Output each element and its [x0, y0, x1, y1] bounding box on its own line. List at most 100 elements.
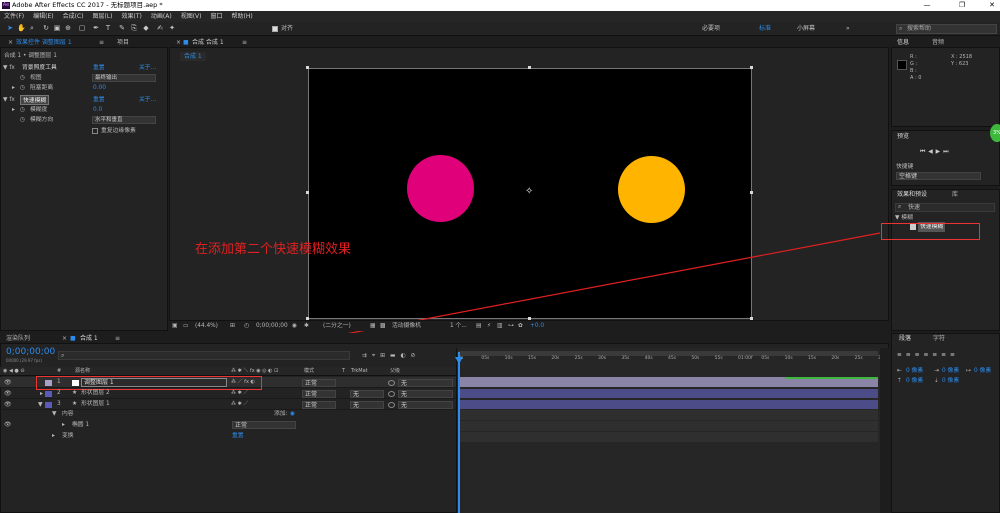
- layer-mode-dropdown[interactable]: 正常: [302, 401, 336, 409]
- transform-handle[interactable]: [528, 66, 531, 69]
- transform-reset[interactable]: 重置: [232, 431, 244, 441]
- transform-expand-icon[interactable]: ▸: [52, 431, 55, 441]
- comp-timecode[interactable]: 0;00;00;00: [256, 321, 288, 331]
- ellipse-mode-dropdown[interactable]: 正常: [232, 421, 296, 429]
- menu-animation[interactable]: 动画(A): [151, 13, 172, 20]
- clone-stamp-tool-icon[interactable]: ⎘: [130, 24, 138, 33]
- workspace-more[interactable]: »: [846, 24, 850, 33]
- blurriness-value[interactable]: 0.0: [93, 105, 102, 115]
- tab-composition[interactable]: 合成 合成 1: [192, 38, 224, 48]
- add-icon[interactable]: ◉: [290, 409, 295, 419]
- layer-trkmat-dropdown[interactable]: 无: [350, 401, 384, 409]
- layer-collapse-icon[interactable]: ▼: [38, 399, 43, 410]
- minimize-button[interactable]: —: [920, 0, 934, 11]
- effect-controls-tab-close[interactable]: ×: [8, 38, 13, 48]
- indent-right-value[interactable]: 0 像素: [942, 366, 959, 376]
- menu-window[interactable]: 窗口: [210, 13, 222, 20]
- tab-library[interactable]: 库: [952, 190, 958, 199]
- layer-expand-icon[interactable]: ▸: [40, 388, 43, 399]
- effect1-expand-icon[interactable]: ▼ fx: [3, 63, 15, 73]
- pickwhip-icon[interactable]: [388, 380, 395, 386]
- timeline-scrollbar[interactable]: [880, 348, 889, 513]
- indent-left-icon[interactable]: ⇤: [897, 366, 902, 376]
- effect2-expand-icon[interactable]: ▼ fx: [3, 95, 15, 105]
- comp-subtab[interactable]: 合成 1: [180, 52, 206, 61]
- timeline-switch-icons[interactable]: ⇉⌖⊞▬◐⊘: [362, 351, 420, 361]
- composition-tab-menu[interactable]: ≡: [242, 38, 247, 48]
- tab-render-queue[interactable]: 渲染队列: [6, 334, 30, 344]
- menu-edit[interactable]: 编辑(E): [33, 13, 53, 20]
- timeline-timecode[interactable]: 0;00;00;00: [6, 347, 55, 357]
- rotate-tool-icon[interactable]: ↻: [42, 24, 50, 33]
- layer-switches[interactable]: ⁂ ✱ ／: [231, 399, 248, 409]
- timeline-tab-close[interactable]: ×: [62, 334, 67, 344]
- transform-handle[interactable]: [750, 191, 753, 194]
- pan-behind-tool-icon[interactable]: ⊕: [64, 24, 72, 33]
- layer-switches[interactable]: ⁂ ✱ ／: [231, 388, 248, 398]
- tab-info[interactable]: 信息: [897, 38, 909, 48]
- toggle-pixel-icon[interactable]: ▤: [476, 321, 481, 331]
- show-channel-icon[interactable]: ✱: [304, 321, 309, 331]
- tab-timeline-comp[interactable]: 合成 1: [80, 334, 98, 344]
- workspace-default[interactable]: 必要项: [702, 24, 720, 33]
- workspace-small-screen[interactable]: 小屏幕: [797, 24, 815, 33]
- space-before-value[interactable]: 0 像素: [906, 376, 923, 386]
- menu-layer[interactable]: 图层(L): [93, 13, 113, 20]
- flowchart-icon[interactable]: ⊶: [508, 321, 514, 331]
- effect1-reset[interactable]: 重置: [93, 63, 105, 73]
- roto-brush-tool-icon[interactable]: ✍: [156, 24, 164, 33]
- stopwatch-icon[interactable]: ◷: [20, 83, 25, 93]
- fast-preview-icon[interactable]: ⚡: [487, 321, 491, 331]
- camera-tool-icon[interactable]: ▣: [53, 24, 61, 33]
- layer-label-color[interactable]: [45, 391, 52, 397]
- blurriness-expand-icon[interactable]: ▸: [12, 105, 15, 115]
- eye-icon[interactable]: 👁: [4, 377, 12, 388]
- transform-handle[interactable]: [306, 191, 309, 194]
- snap-checkbox[interactable]: [272, 26, 278, 32]
- timeline-search-input[interactable]: ⌕: [58, 351, 350, 360]
- effect2-reset[interactable]: 重置: [93, 95, 105, 105]
- menu-composition[interactable]: 合成(C): [63, 13, 84, 20]
- type-tool-icon[interactable]: T: [104, 24, 112, 33]
- effect2-about[interactable]: 关于...: [139, 95, 156, 105]
- layer-name[interactable]: 形状图层 2: [81, 388, 110, 398]
- transparency-grid-icon[interactable]: ▩: [380, 321, 385, 331]
- effects-category[interactable]: ▼ 模糊: [895, 213, 913, 223]
- layer-trkmat-dropdown[interactable]: 无: [350, 390, 384, 398]
- capture-icon[interactable]: ◴: [244, 321, 249, 331]
- layer-track-bar[interactable]: [458, 400, 878, 409]
- zoom-tool-icon[interactable]: ⌕: [28, 24, 36, 33]
- tab-audio[interactable]: 音频: [932, 38, 944, 48]
- exposure-value[interactable]: +0.0: [530, 321, 544, 331]
- camera-snapshot-icon[interactable]: ◉: [292, 321, 297, 331]
- eye-icon[interactable]: 👁: [4, 388, 12, 399]
- repeat-edge-checkbox[interactable]: [92, 128, 98, 134]
- help-search-input[interactable]: 搜索帮助: [896, 24, 997, 34]
- fade-expand-icon[interactable]: ▸: [12, 83, 15, 93]
- eye-icon[interactable]: 👁: [4, 399, 12, 410]
- mask-view-icon[interactable]: ▣: [172, 321, 177, 331]
- zoom-dropdown[interactable]: (44.4%): [195, 321, 218, 331]
- indent-right-icon[interactable]: ⇥: [934, 366, 939, 376]
- eye-icon[interactable]: 👁: [4, 420, 11, 430]
- stopwatch-icon[interactable]: ◷: [20, 115, 25, 125]
- paragraph-align-icons[interactable]: ≡≡≡≡≡≡≡: [897, 350, 959, 360]
- av-switch-icons[interactable]: ◉ ◀ ● ⊖: [3, 366, 25, 376]
- effect1-name[interactable]: 背景照度工具: [22, 63, 57, 73]
- playback-controls[interactable]: ⏮◀▶⏭: [920, 147, 951, 157]
- indent-left-value[interactable]: 0 像素: [906, 366, 923, 376]
- tab-paragraph[interactable]: 段落: [899, 334, 911, 344]
- grid-icon[interactable]: ⊞: [230, 321, 235, 331]
- menu-help[interactable]: 帮助(H): [232, 13, 253, 20]
- reset-exposure-icon[interactable]: ✿: [518, 321, 523, 331]
- indent-first-value[interactable]: 0 像素: [974, 366, 991, 376]
- layer-label-color[interactable]: [45, 402, 52, 408]
- display-icon[interactable]: ▭: [183, 321, 188, 331]
- view-dropdown[interactable]: 最终输出: [92, 74, 156, 82]
- hand-tool-icon[interactable]: ✋: [17, 24, 26, 33]
- stopwatch-icon[interactable]: ◷: [20, 73, 25, 83]
- transform-handle[interactable]: [750, 66, 753, 69]
- tab-project[interactable]: 项目: [117, 38, 129, 48]
- selection-tool-icon[interactable]: ➤: [6, 24, 14, 33]
- space-after-icon[interactable]: ⇣: [934, 376, 939, 386]
